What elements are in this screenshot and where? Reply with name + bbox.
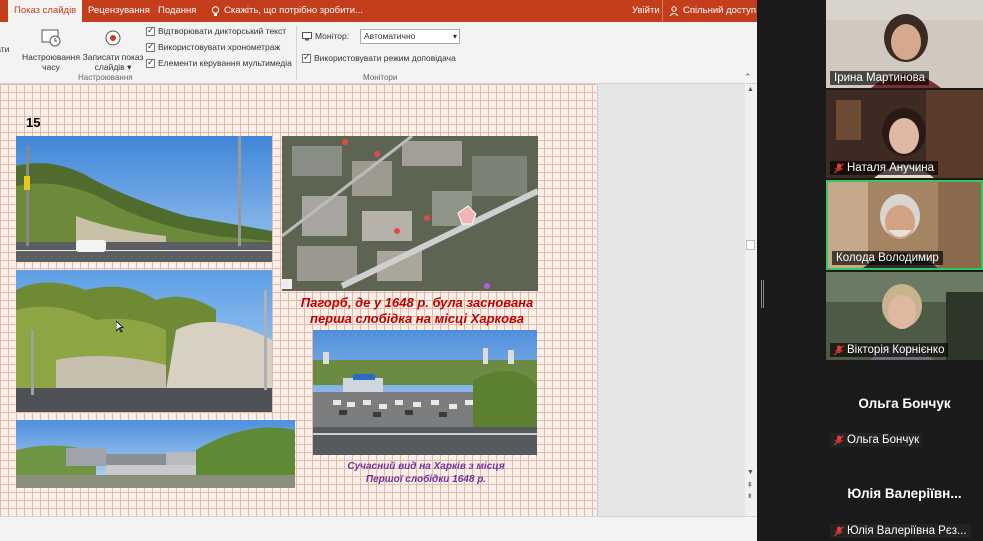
participant-name: Ольга Бончук bbox=[847, 434, 920, 446]
photo-satellite-map[interactable] bbox=[282, 136, 538, 291]
photo-modern-view[interactable] bbox=[313, 330, 537, 455]
participant-name: Юлія Валеріївна Рєз... bbox=[847, 525, 967, 537]
participant-tile-active-speaker[interactable]: Колода Володимир bbox=[826, 180, 983, 270]
timer-slide-icon bbox=[41, 29, 61, 47]
timings-checkbox[interactable] bbox=[146, 41, 155, 52]
presenter-view-checkbox[interactable] bbox=[302, 52, 311, 63]
tell-me-text: Скажіть, що потрібно зробити... bbox=[224, 5, 364, 16]
media-label: Елементи керування мультимедіа bbox=[158, 58, 292, 68]
photo-panorama-image bbox=[16, 420, 295, 488]
scroll-down-icon[interactable]: ▼ bbox=[747, 469, 754, 476]
scroll-up-icon[interactable]: ▲ bbox=[747, 86, 754, 93]
narration-checkbox-row[interactable]: Відтворювати дикторський текст bbox=[146, 25, 287, 36]
prev-slide-icon[interactable]: ⇞ bbox=[747, 481, 753, 489]
caption-modern-line2: Першої слобідки 1648 р. bbox=[365, 474, 487, 485]
sign-in-link[interactable]: Увійти bbox=[626, 0, 666, 22]
participant-tile-no-video[interactable]: Ольга Бончук Ольга Бончук bbox=[826, 362, 983, 450]
participant-tile-no-video[interactable]: Юлія Валеріївн... Юлія Валеріївна Рєз... bbox=[826, 452, 983, 541]
presenter-view-label: Використовувати режим доповідача bbox=[314, 53, 456, 63]
monitor-label: Монітор: bbox=[315, 31, 350, 41]
tab-review[interactable]: Рецензування bbox=[82, 0, 156, 22]
share-button[interactable]: Спільний доступ bbox=[662, 0, 757, 22]
participant-name: Вікторія Корнієнко bbox=[847, 344, 945, 356]
share-label: Спільний доступ bbox=[683, 5, 757, 16]
presenter-view-checkbox-row[interactable]: Використовувати режим доповідача bbox=[302, 52, 456, 63]
participant-name-tag: Юлія Валеріївна Рєз... bbox=[830, 524, 971, 538]
participant-name-tag: Колода Володимир bbox=[832, 251, 943, 265]
photo-sandy-hill[interactable] bbox=[16, 270, 272, 412]
participant-name-tag: Ірина Мартинова bbox=[830, 71, 930, 85]
tab-slideshow[interactable]: Показ слайдів bbox=[8, 0, 83, 22]
person-icon bbox=[669, 6, 679, 16]
narration-label: Відтворювати дикторський текст bbox=[158, 26, 287, 36]
media-checkbox[interactable] bbox=[146, 57, 155, 68]
participant-name: Колода Володимир bbox=[836, 252, 939, 264]
ribbon-tab-bar: Показ слайдів Рецензування Подання Скажі… bbox=[0, 0, 757, 22]
narration-checkbox[interactable] bbox=[146, 25, 155, 36]
participant-name-tag: Наталя Анучина bbox=[830, 161, 939, 175]
tab-view[interactable]: Подання bbox=[152, 0, 202, 22]
mic-muted-icon bbox=[834, 344, 844, 355]
mic-muted-icon bbox=[834, 525, 844, 536]
participant-tile[interactable]: Наталя Анучина bbox=[826, 90, 983, 178]
photo-modern-view-image bbox=[313, 330, 537, 455]
timings-label: Використовувати хронометраж bbox=[158, 42, 281, 52]
group-label-setup: Настроювання bbox=[78, 73, 133, 82]
ribbon: сати д Настроювання часу Записати показ … bbox=[0, 22, 757, 84]
caption-modern: Сучасний вид на Харків з місця Першої сл… bbox=[316, 460, 536, 486]
caption-modern-line1: Сучасний вид на Харків з місця bbox=[347, 461, 505, 472]
participant-name-tag: Ольга Бончук bbox=[830, 433, 924, 447]
rehearse-timings-button[interactable]: Настроювання часу bbox=[20, 26, 82, 72]
rehearse-label-2: часу bbox=[42, 62, 60, 72]
participant-name: Наталя Анучина bbox=[847, 162, 935, 174]
slide-editor-area: 15 Пагорб, де у 1648 р. була заснована п… bbox=[0, 84, 757, 516]
mic-muted-icon bbox=[834, 162, 844, 173]
participant-display-name: Юлія Валеріївн... bbox=[847, 486, 962, 501]
record-slideshow-button[interactable]: Записати показ слайдів ▾ bbox=[80, 26, 146, 72]
photo-hill-road-image bbox=[16, 136, 272, 262]
slide-number: 15 bbox=[26, 115, 41, 130]
satellite-map-image bbox=[282, 136, 538, 291]
caption-main-line2: перша слобідка на місці Харкова bbox=[310, 311, 524, 326]
participant-tile[interactable]: Ірина Мартинова bbox=[826, 0, 983, 88]
monitor-select[interactable]: Автоматично bbox=[360, 29, 460, 44]
participant-name: Ірина Мартинова bbox=[834, 72, 926, 84]
monitor-icon bbox=[302, 31, 312, 40]
media-checkbox-row[interactable]: Елементи керування мультимедіа bbox=[146, 57, 292, 68]
participant-tile[interactable]: Вікторія Корнієнко bbox=[826, 272, 983, 360]
tell-me-search[interactable]: Скажіть, що потрібно зробити... bbox=[205, 0, 369, 22]
gallery-resize-handle[interactable] bbox=[761, 280, 764, 308]
rehearse-label-1: Настроювання bbox=[22, 52, 80, 62]
scroll-thumb[interactable] bbox=[746, 240, 755, 250]
group-separator bbox=[296, 26, 297, 80]
photo-hill-road[interactable] bbox=[16, 136, 272, 262]
record-label-1: Записати показ bbox=[82, 52, 144, 62]
photo-sandy-hill-image bbox=[16, 270, 272, 412]
collapse-ribbon-icon[interactable]: ⌃ bbox=[744, 72, 752, 83]
participant-display-name: Ольга Бончук bbox=[858, 396, 951, 411]
lightbulb-icon bbox=[211, 5, 220, 16]
status-area bbox=[0, 516, 757, 541]
timings-checkbox-row[interactable]: Використовувати хронометраж bbox=[146, 41, 281, 52]
partial-button-label: сати д bbox=[0, 44, 10, 54]
caption-main: Пагорб, де у 1648 р. була заснована перш… bbox=[286, 295, 548, 327]
mic-muted-icon bbox=[834, 434, 844, 445]
powerpoint-window: Показ слайдів Рецензування Подання Скажі… bbox=[0, 0, 757, 541]
record-label-2: слайдів ▾ bbox=[94, 62, 132, 72]
slide-canvas[interactable]: 15 Пагорб, де у 1648 р. була заснована п… bbox=[0, 84, 598, 516]
record-icon bbox=[105, 30, 121, 46]
mouse-cursor-icon bbox=[116, 321, 124, 333]
vertical-scrollbar[interactable]: ▲ ▼ ⇞ ⇟ bbox=[745, 84, 757, 516]
caption-main-line1: Пагорб, де у 1648 р. була заснована bbox=[300, 295, 534, 310]
partial-ribbon-button[interactable]: сати д bbox=[0, 26, 12, 64]
photo-panorama[interactable] bbox=[16, 420, 295, 488]
next-slide-icon[interactable]: ⇟ bbox=[747, 492, 753, 500]
monitor-label-row: Монітор: bbox=[302, 31, 349, 41]
participant-name-tag: Вікторія Корнієнко bbox=[830, 343, 949, 357]
group-label-monitors: Монітори bbox=[363, 73, 398, 82]
